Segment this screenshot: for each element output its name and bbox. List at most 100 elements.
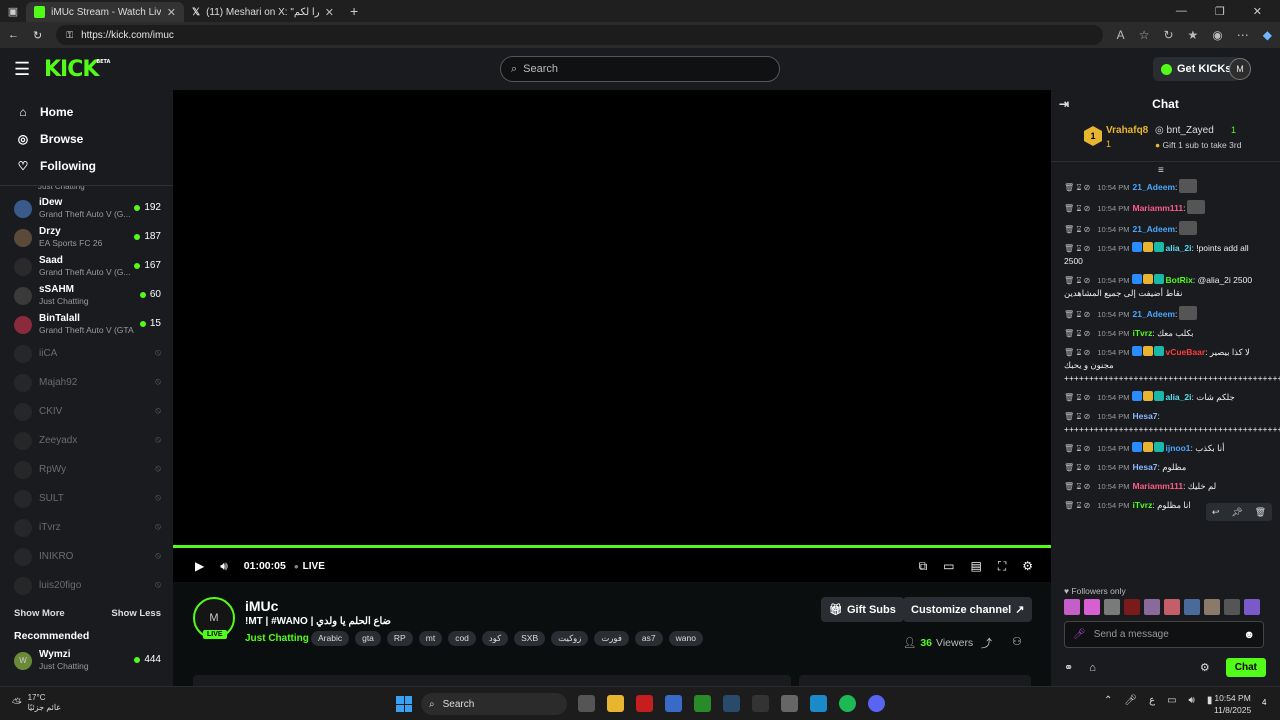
chat-username[interactable]: ijnoo1 [1165,443,1190,453]
gift-subs-button[interactable]: 🎁︎ Gift Subs [821,597,904,622]
sidebar-channel-offline[interactable]: iTvrz ⦸ [0,513,173,542]
discord-icon[interactable] [868,695,885,712]
microphone-icon[interactable]: 🎤︎ [1073,629,1086,640]
emote[interactable] [1124,599,1140,615]
mod-actions-icon[interactable]: 🗑︎ ⌛︎ ⊘ [1064,244,1090,253]
stream-tag[interactable]: mt [418,631,443,646]
chevron-up-icon[interactable]: ⌃ [1104,695,1112,706]
sidebar-channel-offline[interactable]: Majah92 ⦸ [0,368,173,397]
reply-icon[interactable]: ↩ [1212,507,1220,518]
customize-channel-button[interactable]: Customize channel ↗ [903,597,1033,622]
xbox-icon[interactable] [694,695,711,712]
tab-kick[interactable]: iMUc Stream - Watch Live on Kick ✕ [26,2,184,22]
stream-tag[interactable]: فورت [594,631,629,646]
stream-tag[interactable]: SXB [514,631,546,646]
clip-icon[interactable]: ▤ [970,559,981,574]
chat-settings-icon[interactable]: ⚙ [1200,661,1210,674]
refresh-icon[interactable]: ↻ [33,29,42,42]
mod-actions-icon[interactable]: 🗑︎ ⌛︎ ⊘ [1064,348,1090,357]
file-explorer-icon[interactable] [607,695,624,712]
taskbar-search[interactable]: ⌕ Search [421,693,567,715]
mod-actions-icon[interactable]: 🗑︎ ⌛︎ ⊘ [1064,482,1090,491]
chat-message[interactable]: 🗑︎ ⌛︎ ⊘ 10:54 PM Mariamm111: لم خليك [1051,477,1280,496]
maximize-icon[interactable]: ❐ [1215,5,1225,18]
mod-actions-icon[interactable]: 🗑︎ ⌛︎ ⊘ [1064,463,1090,472]
sync-icon[interactable]: ↻ [1163,28,1173,42]
mod-actions-icon[interactable]: 🗑︎ ⌛︎ ⊘ [1064,183,1090,192]
emote[interactable] [1144,599,1160,615]
show-less-button[interactable]: Show Less [111,608,161,619]
mod-actions-icon[interactable]: 🗑︎ ⌛︎ ⊘ [1064,393,1090,402]
nav-following[interactable]: ♡ Following [0,152,173,179]
minimize-icon[interactable]: — [1176,5,1187,18]
mod-actions-icon[interactable]: 🗑︎ ⌛︎ ⊘ [1064,412,1090,421]
chat-message[interactable]: 🗑︎ ⌛︎ ⊘ 10:54 PM ijnoo1: أنا بكذب [1051,439,1280,458]
fullscreen-icon[interactable]: ⛶ [998,559,1006,574]
chat-message[interactable]: 🗑︎ ⌛︎ ⊘ 10:54 PM Hesa7: مظلوم [1051,458,1280,477]
sidebar-channel-offline[interactable]: INIKRO ⦸ [0,542,173,571]
menu-icon[interactable]: ☰ [14,59,38,80]
close-tab-icon[interactable]: ✕ [167,6,176,19]
chat-username[interactable]: Hesa7 [1132,411,1157,421]
network-icon[interactable]: ▭ [1167,695,1176,706]
emote[interactable] [1184,599,1200,615]
battery-icon[interactable]: ▮ [1207,695,1213,706]
stream-tag[interactable]: RP [386,631,413,646]
points-icon[interactable]: ⚭ [1064,661,1073,674]
microphone-icon[interactable]: 🎤︎ [1124,695,1137,706]
mod-actions-icon[interactable]: 🗑︎ ⌛︎ ⊘ [1064,329,1090,338]
chat-username[interactable]: alia_2i [1165,243,1191,253]
recommended-channel[interactable]: W Wymzi Just Chatting 444 [0,646,173,675]
user-avatar[interactable]: M [1229,58,1251,80]
chat-username[interactable]: vCueBaar [1165,347,1205,357]
chat-username[interactable]: Mariamm111 [1132,481,1183,491]
progress-bar[interactable] [173,545,1051,548]
streamer-name[interactable]: iMUc [245,598,278,614]
store-icon[interactable] [665,695,682,712]
collapse-chat-icon[interactable]: ⇥ [1059,97,1069,111]
sidebar-channel-offline[interactable]: SULT ⦸ [0,484,173,513]
chat-message[interactable]: 🗑︎ ⌛︎ ⊘ 10:54 PM alia_2i: جلكم شات [1051,388,1280,407]
read-aloud-icon[interactable]: A [1117,28,1125,42]
play-icon[interactable]: ▶ [195,559,204,573]
chat-message[interactable]: 🗑︎ ⌛︎ ⊘ 10:54 PM alia_2i: !points add all … [1051,239,1280,271]
mod-actions-icon[interactable]: 🗑︎ ⌛︎ ⊘ [1064,276,1090,285]
mod-actions-icon[interactable]: 🗑︎ ⌛︎ ⊘ [1064,225,1090,234]
volume-icon[interactable]: 🔊︎ [1189,695,1195,706]
emote[interactable] [1084,599,1100,615]
steam-icon[interactable] [723,695,740,712]
emoji-icon[interactable]: ☻ [1243,629,1255,641]
emote[interactable] [1104,599,1120,615]
chat-username[interactable]: iTvrz [1132,500,1152,510]
store-icon[interactable]: ⌂ [1089,662,1096,674]
emote[interactable] [1244,599,1260,615]
task-view-icon[interactable] [578,695,595,712]
emote[interactable] [1204,599,1220,615]
theater-mode-icon[interactable]: ▭ [943,559,954,574]
chat-username[interactable]: 21_Adeem [1132,309,1175,319]
delete-icon[interactable]: 🗑︎ [1255,507,1266,518]
emote[interactable] [1164,599,1180,615]
chat-message[interactable]: 🗑︎ ⌛︎ ⊘ 10:54 PM iTvrz: بكلب معك [1051,324,1280,343]
pin-icon[interactable]: 📌︎ [1231,507,1242,518]
sidebar-channel[interactable]: iDew Grand Theft Auto V (G... 192 [0,194,173,223]
stream-category[interactable]: Just Chatting [245,633,309,644]
mini-player-icon[interactable]: ⧉ [919,559,928,574]
gifter-name[interactable]: Vrahafq8 [1106,125,1148,136]
favorites-icon[interactable]: ★ [1188,28,1199,42]
show-more-button[interactable]: Show More [14,608,65,619]
edge-icon[interactable] [810,695,827,712]
back-icon[interactable]: ← [8,29,19,41]
favorite-star-icon[interactable]: ☆ [1139,28,1150,42]
mod-actions-icon[interactable]: 🗑︎ ⌛︎ ⊘ [1064,310,1090,319]
search-input[interactable]: ⌕ Search [500,56,780,82]
system-clock[interactable]: 10:54 PM 11/8/2025 [1214,692,1251,716]
mod-actions-icon[interactable]: 🗑︎ ⌛︎ ⊘ [1064,444,1090,453]
stream-tag[interactable]: زوكيت [551,631,589,646]
stream-tag[interactable]: as7 [634,631,663,646]
pinned-menu-icon[interactable]: ≡ [1158,165,1164,176]
sidebar-channel[interactable]: sSAHM Just Chatting 60 [0,281,173,310]
url-field[interactable]: ⚿ https://kick.com/imuc [56,25,1103,45]
spotify-icon[interactable] [839,695,856,712]
settings-icon[interactable] [781,695,798,712]
